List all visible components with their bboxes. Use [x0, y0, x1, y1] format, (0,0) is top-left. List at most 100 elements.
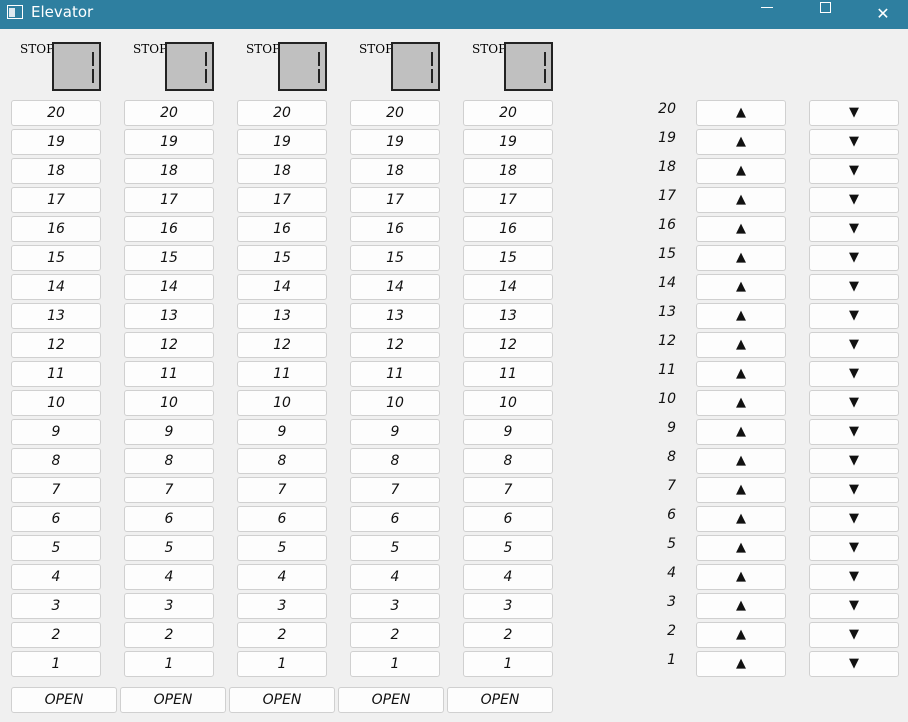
hall-down-button[interactable]: ▼ [809, 419, 899, 445]
close-button[interactable]: ✕ [860, 0, 906, 29]
floor-button-10[interactable]: 10 [11, 390, 101, 416]
hall-up-button[interactable]: ▲ [696, 332, 786, 358]
floor-button-2[interactable]: 2 [350, 622, 440, 648]
floor-button-11[interactable]: 11 [124, 361, 214, 387]
hall-up-button[interactable]: ▲ [696, 187, 786, 213]
hall-down-button[interactable]: ▼ [809, 361, 899, 387]
floor-button-8[interactable]: 8 [237, 448, 327, 474]
floor-button-15[interactable]: 15 [124, 245, 214, 271]
floor-button-17[interactable]: 17 [350, 187, 440, 213]
hall-up-button[interactable]: ▲ [696, 361, 786, 387]
floor-button-8[interactable]: 8 [463, 448, 553, 474]
hall-up-button[interactable]: ▲ [696, 274, 786, 300]
floor-button-20[interactable]: 20 [350, 100, 440, 126]
hall-down-button[interactable]: ▼ [809, 274, 899, 300]
floor-button-16[interactable]: 16 [350, 216, 440, 242]
floor-button-8[interactable]: 8 [11, 448, 101, 474]
hall-up-button[interactable]: ▲ [696, 216, 786, 242]
floor-button-18[interactable]: 18 [124, 158, 214, 184]
hall-up-button[interactable]: ▲ [696, 303, 786, 329]
open-door-button[interactable]: OPEN [120, 687, 226, 713]
floor-button-4[interactable]: 4 [237, 564, 327, 590]
floor-button-20[interactable]: 20 [124, 100, 214, 126]
floor-button-7[interactable]: 7 [237, 477, 327, 503]
floor-button-16[interactable]: 16 [11, 216, 101, 242]
floor-button-20[interactable]: 20 [463, 100, 553, 126]
floor-button-4[interactable]: 4 [463, 564, 553, 590]
floor-button-11[interactable]: 11 [11, 361, 101, 387]
hall-down-button[interactable]: ▼ [809, 100, 899, 126]
floor-button-19[interactable]: 19 [350, 129, 440, 155]
floor-button-18[interactable]: 18 [463, 158, 553, 184]
floor-button-4[interactable]: 4 [124, 564, 214, 590]
floor-button-5[interactable]: 5 [11, 535, 101, 561]
floor-button-17[interactable]: 17 [237, 187, 327, 213]
floor-button-13[interactable]: 13 [350, 303, 440, 329]
hall-down-button[interactable]: ▼ [809, 187, 899, 213]
floor-button-19[interactable]: 19 [237, 129, 327, 155]
open-door-button[interactable]: OPEN [229, 687, 335, 713]
floor-button-7[interactable]: 7 [350, 477, 440, 503]
floor-button-16[interactable]: 16 [463, 216, 553, 242]
floor-button-5[interactable]: 5 [237, 535, 327, 561]
floor-button-13[interactable]: 13 [11, 303, 101, 329]
hall-up-button[interactable]: ▲ [696, 100, 786, 126]
floor-button-10[interactable]: 10 [463, 390, 553, 416]
floor-button-7[interactable]: 7 [11, 477, 101, 503]
floor-button-17[interactable]: 17 [124, 187, 214, 213]
hall-up-button[interactable]: ▲ [696, 448, 786, 474]
floor-button-2[interactable]: 2 [463, 622, 553, 648]
floor-button-14[interactable]: 14 [350, 274, 440, 300]
floor-button-19[interactable]: 19 [463, 129, 553, 155]
hall-down-button[interactable]: ▼ [809, 448, 899, 474]
hall-up-button[interactable]: ▲ [696, 390, 786, 416]
floor-button-14[interactable]: 14 [124, 274, 214, 300]
floor-button-17[interactable]: 17 [463, 187, 553, 213]
floor-button-3[interactable]: 3 [11, 593, 101, 619]
hall-down-button[interactable]: ▼ [809, 477, 899, 503]
floor-button-11[interactable]: 11 [237, 361, 327, 387]
minimize-button[interactable] [744, 0, 790, 29]
hall-up-button[interactable]: ▲ [696, 477, 786, 503]
floor-button-9[interactable]: 9 [237, 419, 327, 445]
floor-button-19[interactable]: 19 [124, 129, 214, 155]
floor-button-1[interactable]: 1 [463, 651, 553, 677]
floor-button-2[interactable]: 2 [11, 622, 101, 648]
floor-button-4[interactable]: 4 [11, 564, 101, 590]
floor-button-11[interactable]: 11 [350, 361, 440, 387]
floor-button-6[interactable]: 6 [350, 506, 440, 532]
hall-down-button[interactable]: ▼ [809, 245, 899, 271]
floor-button-20[interactable]: 20 [237, 100, 327, 126]
floor-button-9[interactable]: 9 [350, 419, 440, 445]
hall-down-button[interactable]: ▼ [809, 158, 899, 184]
floor-button-2[interactable]: 2 [124, 622, 214, 648]
hall-down-button[interactable]: ▼ [809, 332, 899, 358]
floor-button-1[interactable]: 1 [350, 651, 440, 677]
floor-button-10[interactable]: 10 [350, 390, 440, 416]
floor-button-8[interactable]: 8 [124, 448, 214, 474]
floor-button-14[interactable]: 14 [463, 274, 553, 300]
hall-up-button[interactable]: ▲ [696, 535, 786, 561]
floor-button-3[interactable]: 3 [124, 593, 214, 619]
floor-button-10[interactable]: 10 [124, 390, 214, 416]
floor-button-3[interactable]: 3 [463, 593, 553, 619]
hall-up-button[interactable]: ▲ [696, 564, 786, 590]
hall-down-button[interactable]: ▼ [809, 593, 899, 619]
floor-button-14[interactable]: 14 [237, 274, 327, 300]
floor-button-11[interactable]: 11 [463, 361, 553, 387]
floor-button-12[interactable]: 12 [463, 332, 553, 358]
floor-button-16[interactable]: 16 [124, 216, 214, 242]
floor-button-1[interactable]: 1 [11, 651, 101, 677]
hall-up-button[interactable]: ▲ [696, 651, 786, 677]
floor-button-13[interactable]: 13 [124, 303, 214, 329]
floor-button-18[interactable]: 18 [237, 158, 327, 184]
maximize-button[interactable] [802, 0, 848, 29]
floor-button-9[interactable]: 9 [124, 419, 214, 445]
hall-down-button[interactable]: ▼ [809, 651, 899, 677]
floor-button-12[interactable]: 12 [350, 332, 440, 358]
floor-button-15[interactable]: 15 [237, 245, 327, 271]
floor-button-6[interactable]: 6 [11, 506, 101, 532]
floor-button-1[interactable]: 1 [237, 651, 327, 677]
floor-button-4[interactable]: 4 [350, 564, 440, 590]
floor-button-15[interactable]: 15 [350, 245, 440, 271]
